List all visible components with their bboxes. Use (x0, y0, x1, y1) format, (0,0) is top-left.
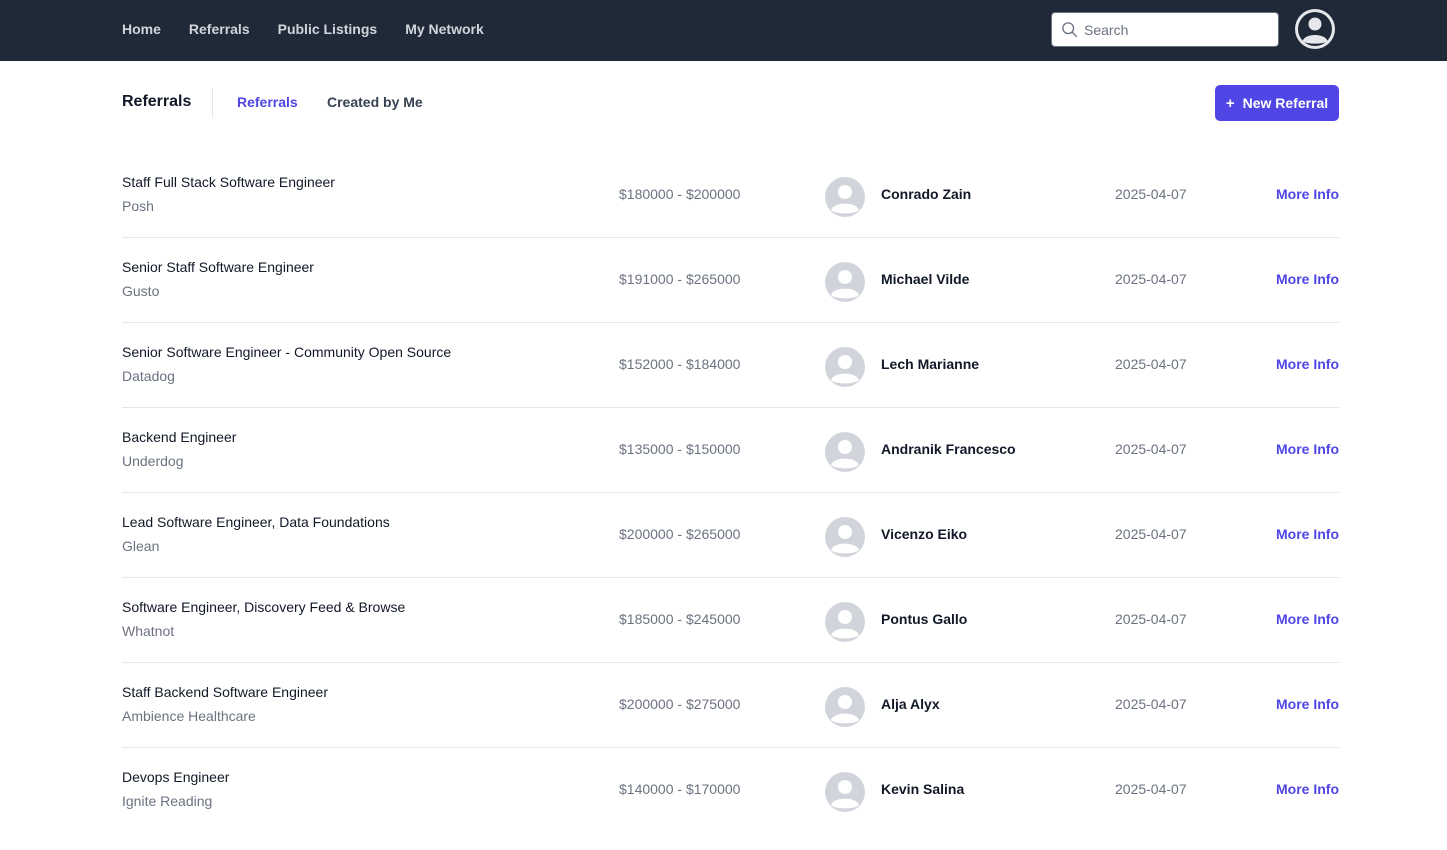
more-info-link[interactable]: More Info (1276, 186, 1339, 202)
referrer-avatar (825, 432, 865, 472)
tab-created-by-me[interactable]: Created by Me (327, 94, 423, 110)
referrer-avatar (825, 262, 865, 302)
page-header: Referrals Referrals Created by Me + New … (122, 85, 1339, 121)
more-info-link[interactable]: More Info (1276, 781, 1339, 797)
search-input[interactable] (1084, 21, 1264, 38)
nav-link-referrals[interactable]: Referrals (189, 21, 250, 37)
user-placeholder-icon (825, 602, 865, 642)
company-name: Underdog (122, 453, 184, 469)
referrer-name: Kevin Salina (881, 781, 965, 797)
referral-date: 2025-04-07 (1115, 271, 1187, 287)
referral-date: 2025-04-07 (1115, 526, 1187, 542)
salary-range: $140000 - $170000 (619, 781, 741, 797)
referral-row: Senior Staff Software Engineer Gusto $19… (122, 238, 1339, 323)
referral-date: 2025-04-07 (1115, 781, 1187, 797)
top-navigation-bar: Home Referrals Public Listings My Networ… (0, 0, 1447, 61)
referrer-avatar (825, 602, 865, 642)
salary-range: $200000 - $275000 (619, 696, 741, 712)
salary-range: $152000 - $184000 (619, 356, 741, 372)
referral-row: Devops Engineer Ignite Reading $140000 -… (122, 748, 1339, 833)
nav-link-home[interactable]: Home (122, 21, 161, 37)
salary-range: $200000 - $265000 (619, 526, 741, 542)
referral-date: 2025-04-07 (1115, 441, 1187, 457)
referral-date: 2025-04-07 (1115, 696, 1187, 712)
user-placeholder-icon (825, 347, 865, 387)
main-nav: Home Referrals Public Listings My Networ… (122, 0, 484, 57)
more-info-link[interactable]: More Info (1276, 356, 1339, 372)
job-title: Senior Software Engineer - Community Ope… (122, 344, 452, 360)
search-icon (1062, 22, 1077, 37)
referrer-name: Andranik Francesco (881, 441, 1016, 457)
nav-link-my-network[interactable]: My Network (405, 21, 484, 37)
more-info-link[interactable]: More Info (1276, 441, 1339, 457)
user-placeholder-icon (825, 177, 865, 217)
user-placeholder-icon (825, 432, 865, 472)
company-name: Gusto (122, 283, 160, 299)
referral-date: 2025-04-07 (1115, 356, 1187, 372)
referrer-name: Pontus Gallo (881, 611, 968, 627)
referral-date: 2025-04-07 (1115, 611, 1187, 627)
header-divider (212, 88, 213, 118)
referrer-avatar (825, 517, 865, 557)
referral-row: Senior Software Engineer - Community Ope… (122, 323, 1339, 408)
job-title: Lead Software Engineer, Data Foundations (122, 514, 390, 530)
nav-link-public-listings[interactable]: Public Listings (278, 21, 378, 37)
new-referral-label: New Referral (1242, 95, 1329, 111)
plus-icon: + (1225, 94, 1235, 112)
user-placeholder-icon (825, 262, 865, 302)
user-placeholder-icon (825, 687, 865, 727)
more-info-link[interactable]: More Info (1276, 611, 1339, 627)
more-info-link[interactable]: More Info (1276, 271, 1339, 287)
referral-row: Lead Software Engineer, Data Foundations… (122, 493, 1339, 578)
salary-range: $180000 - $200000 (619, 186, 741, 202)
referrer-avatar (825, 687, 865, 727)
referrer-name: Vicenzo Eiko (881, 526, 968, 542)
user-circle-icon (1295, 9, 1335, 49)
job-title: Senior Staff Software Engineer (122, 259, 314, 275)
referral-row: Staff Backend Software Engineer Ambience… (122, 663, 1339, 748)
referral-row: Software Engineer, Discovery Feed & Brow… (122, 578, 1339, 663)
page-title: Referrals (122, 93, 192, 110)
referral-row: Staff Full Stack Software Engineer Posh … (122, 153, 1339, 238)
referrer-avatar (825, 772, 865, 812)
tab-referrals[interactable]: Referrals (237, 94, 298, 110)
job-title: Backend Engineer (122, 429, 237, 445)
search-box[interactable] (1051, 12, 1279, 47)
referrer-name: Lech Marianne (881, 356, 980, 372)
referrer-avatar (825, 347, 865, 387)
referral-row: Backend Engineer Underdog $135000 - $150… (122, 408, 1339, 493)
company-name: Posh (122, 198, 154, 214)
job-title: Staff Full Stack Software Engineer (122, 174, 335, 190)
company-name: Glean (122, 538, 160, 554)
more-info-link[interactable]: More Info (1276, 696, 1339, 712)
user-placeholder-icon (825, 772, 865, 812)
referrer-avatar (825, 177, 865, 217)
referral-date: 2025-04-07 (1115, 186, 1187, 202)
more-info-link[interactable]: More Info (1276, 526, 1339, 542)
job-title: Devops Engineer (122, 769, 230, 785)
job-title: Staff Backend Software Engineer (122, 684, 328, 700)
salary-range: $185000 - $245000 (619, 611, 741, 627)
referrer-name: Conrado Zain (881, 186, 972, 202)
company-name: Datadog (122, 368, 175, 384)
user-avatar-button[interactable] (1295, 9, 1335, 49)
job-title: Software Engineer, Discovery Feed & Brow… (122, 599, 406, 615)
company-name: Whatnot (122, 623, 175, 639)
referral-list: Staff Full Stack Software Engineer Posh … (122, 153, 1339, 833)
salary-range: $135000 - $150000 (619, 441, 741, 457)
company-name: Ambience Healthcare (122, 708, 256, 724)
user-placeholder-icon (825, 517, 865, 557)
referrer-name: Alja Alyx (881, 696, 940, 712)
salary-range: $191000 - $265000 (619, 271, 741, 287)
company-name: Ignite Reading (122, 793, 213, 809)
new-referral-button[interactable]: + New Referral (1215, 85, 1339, 121)
referrer-name: Michael Vilde (881, 271, 970, 287)
